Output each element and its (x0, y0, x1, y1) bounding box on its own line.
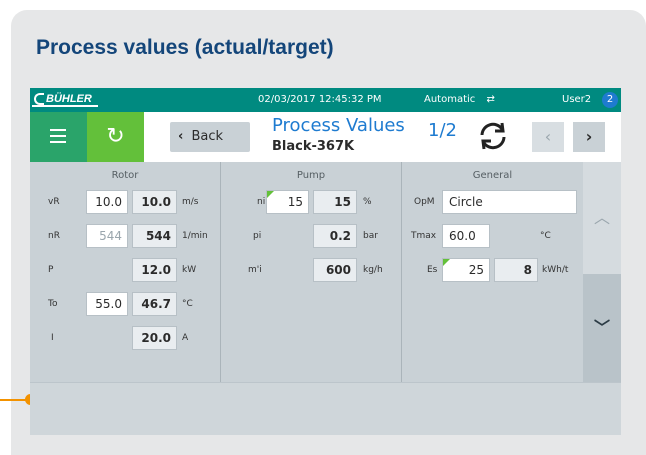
param-unit: kW (182, 265, 197, 275)
nr-target-input[interactable]: 544 (86, 224, 128, 248)
vertical-scrollbar[interactable]: ︿ ﹀ (583, 162, 621, 382)
param-label: pi (253, 231, 262, 241)
to-target-input[interactable]: 55.0 (86, 292, 128, 316)
es-target-input[interactable]: 25 (442, 258, 490, 282)
buhler-logo: BÜHLER (32, 91, 98, 107)
navigation-bar: ↻ ‹ Back Process Values Black-367K 1/2 ‹… (30, 112, 621, 162)
pump-row-pi: pi 0.2 bar (221, 224, 401, 248)
param-label: m'i (248, 265, 262, 275)
general-row-opm: OpM Circle (402, 190, 583, 214)
rotor-title: Rotor (111, 170, 139, 181)
ni-target-input[interactable]: 15 (266, 190, 309, 214)
general-panel: General OpM Circle Tmax 60.0 °C Es 25 8 … (402, 162, 583, 382)
rotor-row-p: P 12.0 kW (30, 258, 220, 282)
p-actual-value: 12.0 (132, 258, 177, 282)
param-unit: A (182, 333, 189, 343)
scroll-up-button[interactable]: ︿ (583, 162, 621, 274)
ni-actual-value: 15 (313, 190, 357, 214)
previous-page-button[interactable]: ‹ (532, 122, 564, 152)
chevron-down-icon: ﹀ (593, 318, 610, 337)
back-label: Back (191, 129, 224, 144)
param-label: nR (48, 231, 60, 241)
rotor-row-to: To 55.0 46.7 °C (30, 292, 220, 316)
recipe-name: Black-367K (272, 139, 355, 154)
pi-actual-value: 0.2 (313, 224, 357, 248)
nr-actual-value: 544 (132, 224, 177, 248)
hmi-screen: BÜHLER 02/03/2017 12:45:32 PM Automatic … (30, 88, 621, 435)
scroll-down-button[interactable]: ﹀ (583, 274, 621, 382)
mode-label: Automatic (424, 94, 476, 105)
param-label: I (51, 333, 54, 343)
tmax-target-input[interactable]: 60.0 (442, 224, 490, 248)
user-level-badge: 2 (602, 92, 618, 108)
page-heading: Process values (actual/target) (36, 36, 334, 59)
param-unit: kWh/t (542, 265, 569, 275)
general-row-tmax: Tmax 60.0 °C (402, 224, 583, 248)
pump-row-mi: m'i 600 kg/h (221, 258, 401, 282)
refresh-button[interactable]: ↻ (87, 112, 144, 162)
menu-button[interactable] (30, 112, 87, 162)
param-label: Tmax (411, 231, 437, 241)
param-label: To (48, 299, 58, 309)
rotor-panel: Rotor vR 10.0 10.0 m/s nR 544 544 1/min … (30, 162, 220, 382)
operation-mode[interactable]: Automatic ⇄ (424, 94, 495, 105)
refresh-icon: ↻ (106, 124, 125, 149)
param-unit: °C (540, 231, 551, 241)
es-actual-value: 8 (494, 258, 538, 282)
user-name[interactable]: User2 (562, 94, 591, 105)
hamburger-icon (50, 129, 66, 131)
page-indicator: 1/2 (428, 120, 457, 141)
param-unit: 1/min (182, 231, 208, 241)
chevron-up-icon: ︿ (593, 208, 610, 227)
param-unit: °C (182, 299, 193, 309)
param-label: P (48, 265, 54, 275)
switch-mode-icon: ⇄ (486, 94, 495, 105)
vr-actual-value: 10.0 (132, 190, 177, 214)
status-bar: BÜHLER 02/03/2017 12:45:32 PM Automatic … (30, 88, 621, 112)
pump-title: Pump (296, 170, 326, 181)
param-unit: % (363, 197, 372, 207)
mi-actual-value: 600 (313, 258, 357, 282)
datetime: 02/03/2017 12:45:32 PM (258, 94, 382, 105)
logo-text: BÜHLER (46, 93, 92, 105)
to-actual-value: 46.7 (132, 292, 177, 316)
sync-icon[interactable] (476, 119, 510, 153)
general-title: General (472, 170, 513, 181)
param-label: OpM (414, 197, 435, 207)
pump-row-ni: ni 15 15 % (221, 190, 401, 214)
param-unit: m/s (182, 197, 199, 207)
rotor-row-vr: vR 10.0 10.0 m/s (30, 190, 220, 214)
rotor-row-i: I 20.0 A (30, 326, 220, 350)
back-button[interactable]: ‹ Back (170, 122, 250, 152)
rotor-row-nr: nR 544 544 1/min (30, 224, 220, 248)
param-label: Es (427, 265, 438, 275)
general-row-es: Es 25 8 kWh/t (402, 258, 583, 282)
param-label: ni (257, 197, 266, 207)
param-label: vR (48, 197, 60, 207)
param-unit: kg/h (363, 265, 383, 275)
i-actual-value: 20.0 (132, 326, 177, 350)
param-unit: bar (363, 231, 378, 241)
vr-target-input[interactable]: 10.0 (86, 190, 128, 214)
next-page-button[interactable]: › (573, 122, 605, 152)
logo-mark-icon (34, 93, 44, 105)
pump-panel: Pump ni 15 15 % pi 0.2 bar m'i 600 kg/h (221, 162, 401, 382)
page-title: Process Values (272, 115, 405, 136)
footer-area (30, 382, 621, 435)
operating-mode-select[interactable]: Circle (442, 190, 577, 214)
chevron-left-icon: ‹ (178, 129, 184, 144)
